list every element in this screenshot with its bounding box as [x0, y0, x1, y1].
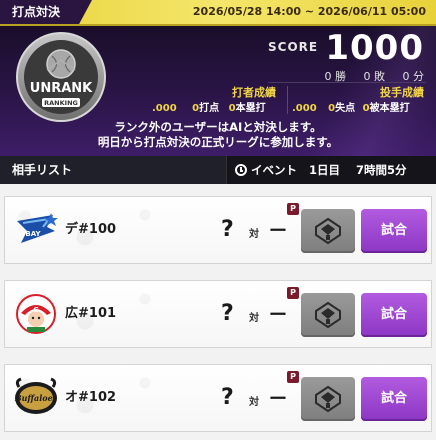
- opponent-row[interactable]: C 広#101 ? 対 ー P 試合: [4, 280, 432, 348]
- top-header: 打点対決 2026/05/28 14:00 ~ 2026/06/11 05:00: [0, 0, 436, 26]
- stats-divider: [287, 86, 288, 114]
- buffaloes-logo-icon: Buffaloes: [14, 377, 58, 414]
- runs-label: 失点: [335, 103, 356, 114]
- match-result: ー: [269, 389, 287, 410]
- match-button[interactable]: 試合: [361, 209, 427, 253]
- stadium-button[interactable]: [301, 209, 355, 253]
- batter-avg: .000: [152, 103, 177, 114]
- opponent-name: オ#102: [65, 390, 117, 405]
- opponent-name: デ#100: [65, 222, 117, 237]
- opponent-list-header: 相手リスト イベント 1日目 7時間5分: [0, 156, 436, 184]
- pitcher-stats-title: 投手成績: [380, 86, 424, 99]
- batter-stats-title: 打者成績: [232, 86, 276, 99]
- carp-logo-icon: C: [16, 294, 56, 334]
- info-line-2: 明日から打点対決の正式リーグに参加します。: [97, 135, 339, 149]
- vs-label: 対: [249, 229, 259, 240]
- event-date-range: 2026/05/28 14:00 ~ 2026/06/11 05:00: [192, 5, 426, 18]
- hr-label: 本塁打: [235, 103, 266, 114]
- vs-label: 対: [249, 397, 259, 408]
- mode-title: 打点対決: [0, 0, 92, 24]
- event-time-left: 7時間5分: [356, 163, 407, 177]
- rbi-label: 打点: [199, 103, 220, 114]
- p-badge-icon: P: [287, 203, 299, 215]
- vs-label: 対: [249, 313, 259, 324]
- clock-icon: [235, 164, 247, 176]
- stadium-icon: [315, 301, 341, 329]
- opponent-row[interactable]: Buffaloes オ#102 ? 対 ー P 試合: [4, 364, 432, 432]
- stadium-icon: [315, 217, 341, 245]
- opponent-list-title: 相手リスト: [12, 163, 73, 177]
- p-badge-icon: P: [287, 371, 299, 383]
- batter-hr: 0: [228, 103, 236, 114]
- pitcher-stats: .000 0失点 0被本塁打: [292, 99, 410, 114]
- svg-text:Buffaloes: Buffaloes: [14, 393, 58, 403]
- score-value: 1000: [325, 28, 424, 68]
- event-label: イベント: [251, 163, 297, 177]
- match-button[interactable]: 試合: [361, 293, 427, 337]
- opponent-unknown-mark: ?: [221, 301, 234, 326]
- baystars-logo-icon: BAY: [17, 213, 58, 243]
- opponent-unknown-mark: ?: [221, 217, 234, 242]
- event-timer: イベント 1日目 7時間5分: [226, 156, 436, 184]
- opponent-unknown-mark: ?: [221, 385, 234, 410]
- info-line-1: ランク外のユーザーはAIと対決します。: [114, 120, 322, 134]
- svg-text:C: C: [33, 306, 38, 314]
- match-button[interactable]: 試合: [361, 377, 427, 421]
- p-badge-icon: P: [287, 287, 299, 299]
- score-panel: UNRANK RANKING SCORE 1000 0 勝 0 敗 0 分 打者…: [0, 26, 436, 156]
- score-label: SCORE: [268, 40, 319, 54]
- stadium-button[interactable]: [301, 293, 355, 337]
- divider: [268, 82, 426, 83]
- opponent-row[interactable]: BAY デ#100 ? 対 ー P 試合: [4, 196, 432, 264]
- match-result: ー: [269, 305, 287, 326]
- hr-allowed-label: 被本塁打: [369, 103, 410, 114]
- event-day: 1日目: [309, 163, 341, 177]
- batter-stats: .000 0打点 0本塁打: [152, 99, 266, 114]
- pitcher-hr-allowed: 0: [362, 103, 370, 114]
- svg-text:BAY: BAY: [25, 230, 41, 238]
- opponent-name: 広#101: [65, 306, 117, 321]
- stadium-icon: [315, 385, 341, 413]
- unrank-badge-icon: UNRANK RANKING: [16, 32, 106, 122]
- rank-label: UNRANK: [30, 81, 93, 96]
- pitcher-era: .000: [292, 103, 317, 114]
- match-result: ー: [269, 221, 287, 242]
- stadium-button[interactable]: [301, 377, 355, 421]
- rank-sub-label: RANKING: [44, 99, 78, 107]
